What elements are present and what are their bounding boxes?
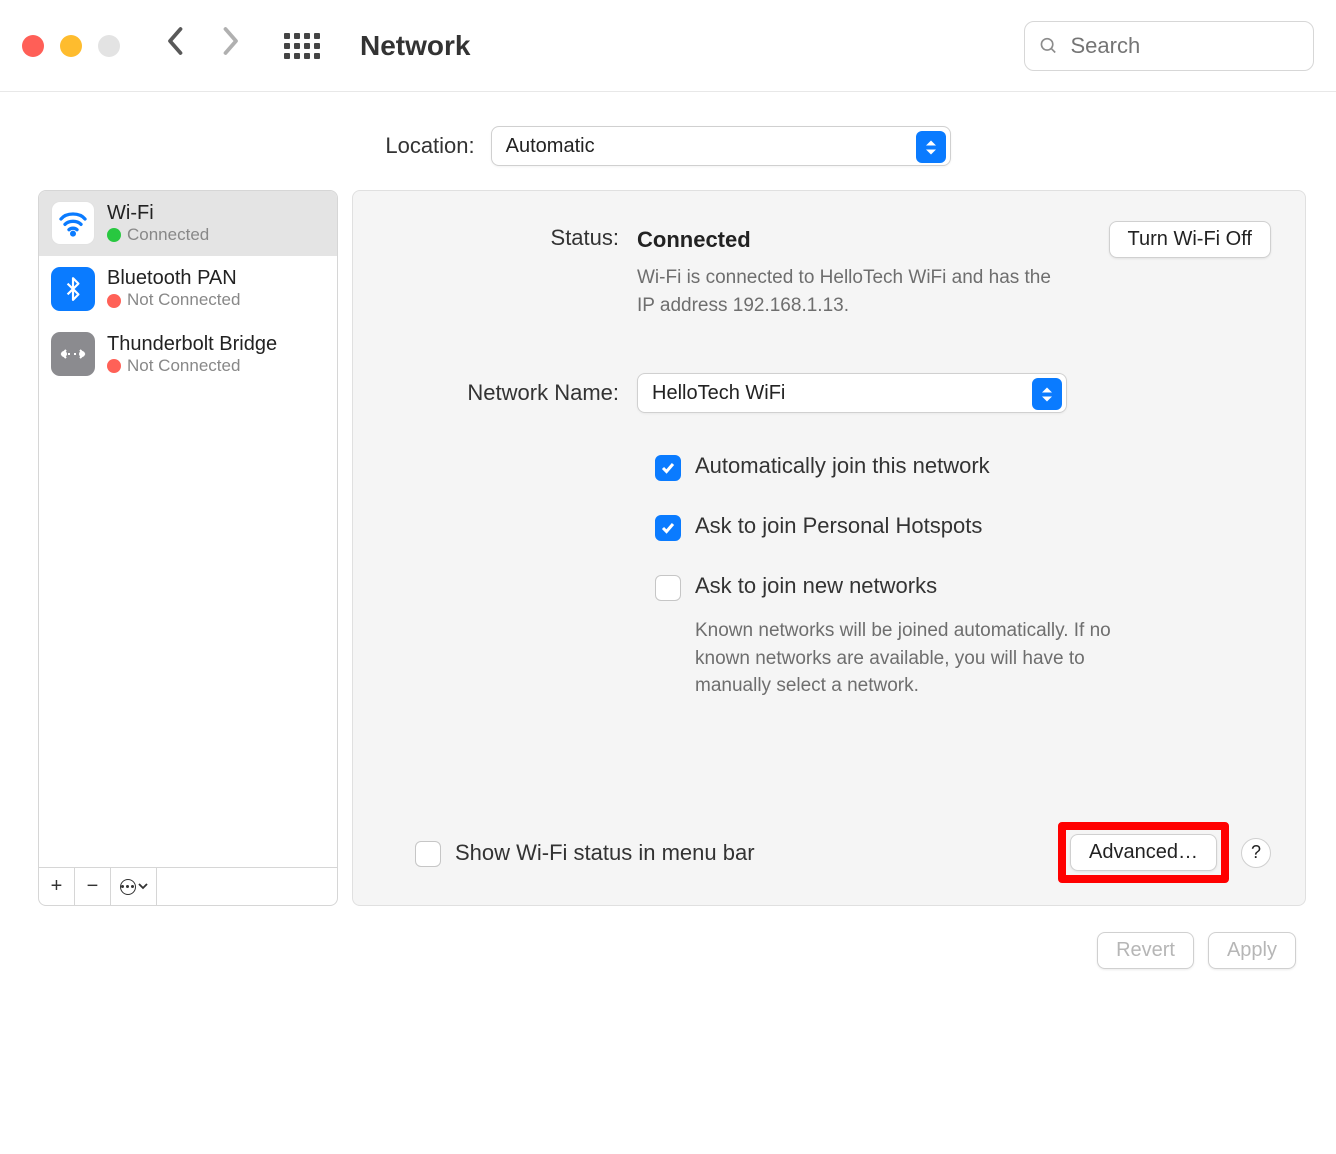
- apply-button[interactable]: Apply: [1208, 932, 1296, 969]
- sidebar-toolbar: + −: [39, 867, 337, 905]
- status-value: Connected: [637, 227, 751, 253]
- ellipsis-icon: [120, 879, 136, 895]
- status-dot-icon: [107, 359, 121, 373]
- zoom-window-button[interactable]: [98, 35, 120, 57]
- sidebar-item-wifi[interactable]: Wi-Fi Connected: [39, 191, 337, 256]
- sidebar-item-label: Wi-Fi: [107, 201, 209, 225]
- help-button[interactable]: ?: [1241, 838, 1271, 868]
- location-chevron-icon: [916, 131, 946, 163]
- wifi-icon: [51, 201, 95, 245]
- interface-sidebar: Wi-Fi Connected Bluetooth PAN Not Connec…: [38, 190, 338, 906]
- status-description: Wi-Fi is connected to HelloTech WiFi and…: [637, 264, 1067, 319]
- network-chevron-icon: [1032, 378, 1062, 410]
- back-button[interactable]: [158, 26, 194, 65]
- auto-join-checkbox[interactable]: [655, 455, 681, 481]
- show-all-icon[interactable]: [284, 33, 320, 59]
- search-input[interactable]: [1068, 32, 1299, 60]
- sidebar-item-label: Bluetooth PAN: [107, 266, 240, 290]
- sidebar-item-label: Thunderbolt Bridge: [107, 332, 277, 356]
- location-value: Automatic: [506, 135, 595, 158]
- add-interface-button[interactable]: +: [39, 868, 75, 905]
- titlebar: Network: [0, 0, 1336, 92]
- chevron-down-icon: [138, 883, 148, 890]
- search-field[interactable]: [1024, 21, 1314, 71]
- action-menu-button[interactable]: [111, 868, 157, 905]
- revert-button[interactable]: Revert: [1097, 932, 1194, 969]
- window-title: Network: [360, 30, 470, 62]
- help-icon: ?: [1251, 842, 1261, 863]
- thunderbolt-icon: [51, 332, 95, 376]
- ask-new-help-text: Known networks will be joined automatica…: [695, 617, 1115, 700]
- sidebar-item-status: Not Connected: [127, 356, 240, 376]
- minus-icon: −: [87, 875, 99, 898]
- forward-button[interactable]: [212, 26, 248, 65]
- show-menubar-label: Show Wi-Fi status in menu bar: [455, 840, 755, 866]
- sidebar-item-status: Connected: [127, 225, 209, 245]
- window-controls: [22, 35, 120, 57]
- ask-hotspots-label: Ask to join Personal Hotspots: [695, 513, 982, 539]
- status-dot-icon: [107, 294, 121, 308]
- location-dropdown[interactable]: Automatic: [491, 126, 951, 166]
- auto-join-label: Automatically join this network: [695, 453, 990, 479]
- show-menubar-checkbox[interactable]: [415, 841, 441, 867]
- sidebar-item-bluetooth-pan[interactable]: Bluetooth PAN Not Connected: [39, 256, 337, 321]
- detail-panel: Status: Connected Turn Wi-Fi Off Wi-Fi i…: [352, 190, 1306, 906]
- status-label: Status:: [387, 221, 637, 251]
- plus-icon: +: [51, 875, 63, 898]
- location-label: Location:: [385, 133, 474, 159]
- ask-new-label: Ask to join new networks: [695, 573, 937, 599]
- location-row: Location: Automatic: [0, 126, 1336, 166]
- sidebar-item-thunderbolt-bridge[interactable]: Thunderbolt Bridge Not Connected: [39, 322, 337, 387]
- search-icon: [1039, 35, 1058, 57]
- ask-hotspots-checkbox[interactable]: [655, 515, 681, 541]
- close-window-button[interactable]: [22, 35, 44, 57]
- network-name-label: Network Name:: [387, 380, 637, 406]
- toggle-wifi-button[interactable]: Turn Wi-Fi Off: [1109, 221, 1271, 258]
- network-name-value: HelloTech WiFi: [652, 382, 785, 405]
- minimize-window-button[interactable]: [60, 35, 82, 57]
- bluetooth-icon: [51, 267, 95, 311]
- advanced-highlight: Advanced…: [1058, 822, 1229, 883]
- sidebar-item-status: Not Connected: [127, 290, 240, 310]
- status-dot-icon: [107, 228, 121, 242]
- ask-new-checkbox[interactable]: [655, 575, 681, 601]
- advanced-button[interactable]: Advanced…: [1070, 834, 1217, 871]
- footer: Revert Apply: [0, 906, 1336, 995]
- remove-interface-button[interactable]: −: [75, 868, 111, 905]
- network-name-dropdown[interactable]: HelloTech WiFi: [637, 373, 1067, 413]
